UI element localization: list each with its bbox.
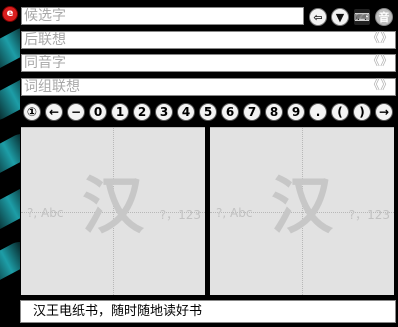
homophone-row: 同音字 《》 — [20, 53, 396, 73]
digit-6-button[interactable]: 6 — [221, 103, 239, 121]
digit-0-button[interactable]: 0 — [89, 103, 107, 121]
phrase-field[interactable]: 词组联想 — [21, 78, 396, 96]
digit-2-button[interactable]: 2 — [133, 103, 151, 121]
dot-button[interactable]: . — [309, 103, 327, 121]
left-decorative-strip: e — [0, 0, 20, 327]
back-arrow-icon[interactable]: ⇦ — [309, 8, 327, 26]
candidate-field[interactable]: 候选字 — [21, 7, 304, 25]
pad-hint-left: ?, Abc — [216, 206, 253, 220]
pad-hint-right: ?，123 — [348, 208, 390, 222]
pad-hint-right: ?，123 — [159, 208, 201, 222]
symbol-toolbar: ① ← − 0 1 2 3 4 5 6 7 8 9 . ( ) → — [20, 101, 396, 123]
keyboard-icon[interactable]: ⌨ — [353, 8, 371, 26]
decor-sweep — [0, 23, 20, 75]
sound-button[interactable]: 音 — [375, 8, 393, 26]
phrase-row: 词组联想 《》 — [20, 77, 396, 97]
handwriting-pad-right[interactable]: 汉 ?, Abc ?，123 — [210, 127, 394, 295]
right-arrow-button[interactable]: → — [375, 103, 393, 121]
digit-7-button[interactable]: 7 — [243, 103, 261, 121]
digit-4-button[interactable]: 4 — [177, 103, 195, 121]
expand-chevron-icon[interactable]: 《》 — [367, 55, 393, 69]
decor-sweep — [0, 73, 20, 125]
digit-1-button[interactable]: 1 — [111, 103, 129, 121]
right-paren-button[interactable]: ) — [353, 103, 371, 121]
app-logo-icon[interactable]: e — [2, 6, 18, 22]
minus-button[interactable]: − — [67, 103, 85, 121]
bottom-border — [0, 323, 398, 327]
digit-8-button[interactable]: 8 — [265, 103, 283, 121]
left-arrow-button[interactable]: ← — [45, 103, 63, 121]
association-row: 后联想 《》 — [20, 30, 396, 50]
decor-sweep — [0, 183, 20, 235]
decor-sweep — [0, 237, 20, 289]
digit-3-button[interactable]: 3 — [155, 103, 173, 121]
circled-one-button[interactable]: ① — [23, 103, 41, 121]
association-field[interactable]: 后联想 — [21, 31, 396, 49]
expand-chevron-icon[interactable]: 《》 — [367, 32, 393, 46]
pad-hint-left: ?, Abc — [27, 206, 64, 220]
digit-9-button[interactable]: 9 — [287, 103, 305, 121]
handwriting-pad-left[interactable]: 汉 ?, Abc ?，123 — [21, 127, 205, 295]
status-bar: 汉王电纸书，随时随地读好书 — [20, 300, 396, 323]
dropdown-icon[interactable]: ▼ — [331, 8, 349, 26]
left-paren-button[interactable]: ( — [331, 103, 349, 121]
decor-sweep — [0, 129, 20, 181]
homophone-field[interactable]: 同音字 — [21, 54, 396, 72]
expand-chevron-icon[interactable]: 《》 — [367, 79, 393, 93]
candidate-row: 候选字 ⇦ ▼ ⌨ 音 — [20, 6, 396, 26]
digit-5-button[interactable]: 5 — [199, 103, 217, 121]
